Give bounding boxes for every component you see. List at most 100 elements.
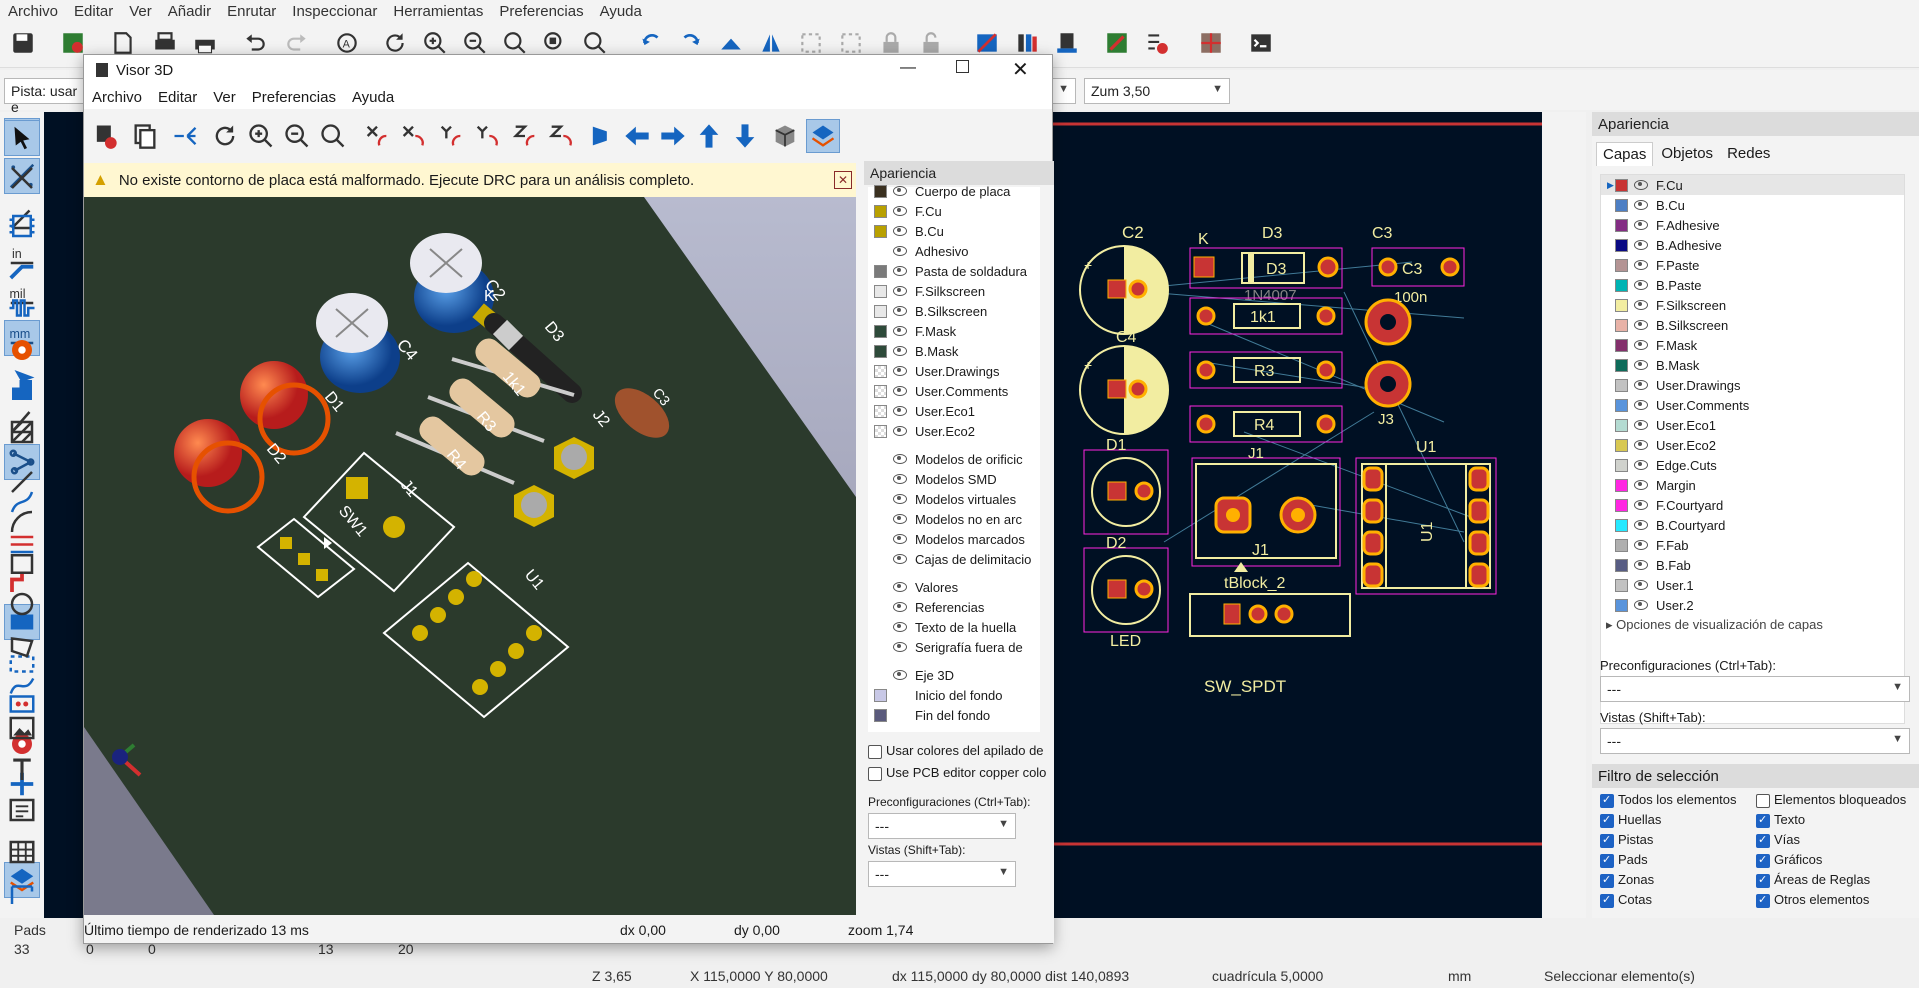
visibility-eye-icon[interactable] <box>1634 520 1648 530</box>
add-text-icon[interactable] <box>4 752 40 788</box>
layer-row[interactable]: B.Fab <box>1601 555 1904 575</box>
checkbox[interactable] <box>1600 813 1614 828</box>
layer-row[interactable]: B.Cu <box>1601 195 1904 215</box>
visibility-eye-icon[interactable] <box>893 366 907 376</box>
viewer-color-swatch[interactable] <box>874 324 887 338</box>
layer-row[interactable]: F.Adhesive <box>1601 215 1904 235</box>
layer-color-swatch[interactable] <box>1615 398 1628 412</box>
layer-color-swatch[interactable] <box>1615 538 1628 552</box>
visibility-eye-icon[interactable] <box>1634 400 1648 410</box>
visibility-eye-icon[interactable] <box>893 622 907 632</box>
filter-item[interactable]: Cotas <box>1600 892 1652 908</box>
checkbox[interactable] <box>1756 893 1770 908</box>
viewer-color-swatch[interactable] <box>874 344 887 358</box>
tune-length-icon[interactable] <box>4 290 40 326</box>
viewer-menu-archivo[interactable]: Archivo <box>84 89 150 106</box>
viewer-color-swatch[interactable] <box>874 264 887 278</box>
viewer-layer-row[interactable]: Modelos virtuales <box>868 489 1040 509</box>
rule-area-icon[interactable] <box>4 414 40 450</box>
use-pcb-colors[interactable]: Use PCB editor copper colo <box>868 765 1046 781</box>
use-stackup-colors[interactable]: Usar colores del apilado de <box>868 743 1044 759</box>
add-footprint-icon[interactable] <box>4 208 40 244</box>
visibility-eye-icon[interactable] <box>1634 360 1648 370</box>
viewer-presets-combo[interactable]: --- ▼ <box>868 813 1016 839</box>
layer-color-swatch[interactable] <box>1615 458 1628 472</box>
filter-item[interactable]: Vías <box>1756 832 1800 848</box>
maximize-icon[interactable] <box>956 60 969 73</box>
layer-row[interactable]: B.Mask <box>1601 355 1904 375</box>
viewer-color-swatch[interactable] <box>874 404 887 418</box>
filter-item[interactable]: Otros elementos <box>1756 892 1869 908</box>
close-icon[interactable]: ✕ <box>1012 57 1029 82</box>
layer-color-swatch[interactable] <box>1615 318 1628 332</box>
viewer-layer-row[interactable]: Serigrafía fuera de <box>868 637 1040 657</box>
visibility-eye-icon[interactable] <box>1634 340 1648 350</box>
viewer-3d-render[interactable]: C2 C4 D1 D2 K D3 1k1 R3 R4 J2 C3 SW1 J1 … <box>84 197 856 915</box>
menu-inspeccionar[interactable]: Inspeccionar <box>284 3 385 20</box>
viewer-color-swatch[interactable] <box>874 184 887 198</box>
viewer-layer-row[interactable]: Modelos de orificic <box>868 449 1040 469</box>
visibility-eye-icon[interactable] <box>893 534 907 544</box>
visibility-eye-icon[interactable] <box>893 602 907 612</box>
visibility-eye-icon[interactable] <box>1634 480 1648 490</box>
viewer-layer-row[interactable]: Valores <box>868 577 1040 597</box>
layer-color-swatch[interactable] <box>1615 378 1628 392</box>
viewer-color-swatch[interactable] <box>874 284 887 298</box>
menu-herramientas[interactable]: Herramientas <box>385 3 491 20</box>
layer-row[interactable]: F.Mask <box>1601 335 1904 355</box>
visibility-eye-icon[interactable] <box>893 474 907 484</box>
layer-row[interactable]: Margin <box>1601 475 1904 495</box>
checkbox[interactable] <box>1756 793 1770 808</box>
visibility-eye-icon[interactable] <box>1634 580 1648 590</box>
viewer-layer-row[interactable]: Cajas de delimitacio <box>868 549 1040 569</box>
scripting-icon[interactable] <box>1102 28 1132 58</box>
visibility-eye-icon[interactable] <box>1634 560 1648 570</box>
checkbox[interactable] <box>1756 873 1770 888</box>
add-image-icon[interactable] <box>4 710 40 746</box>
filter-item[interactable]: Pistas <box>1600 832 1653 848</box>
visibility-eye-icon[interactable] <box>893 286 907 296</box>
menu-anadir[interactable]: Añadir <box>160 3 219 20</box>
rotate-x-ccw-icon[interactable] <box>360 119 394 153</box>
checkbox[interactable] <box>1756 833 1770 848</box>
rotate-y-cw-icon[interactable] <box>470 119 504 153</box>
viewer-layer-row[interactable]: Fin del fondo <box>868 705 1040 725</box>
visibility-eye-icon[interactable] <box>893 406 907 416</box>
filter-item[interactable]: Gráficos <box>1756 852 1822 868</box>
viewer-menu-ver[interactable]: Ver <box>205 89 244 106</box>
viewer-layer-row[interactable]: User.Eco1 <box>868 401 1040 421</box>
viewer-layer-row[interactable]: F.Silkscreen <box>868 281 1040 301</box>
move-down-icon[interactable] <box>728 119 762 153</box>
layer-color-swatch[interactable] <box>1615 478 1628 492</box>
layer-color-swatch[interactable] <box>1615 338 1628 352</box>
tab-capas[interactable]: Capas <box>1596 142 1654 166</box>
viewer-color-swatch[interactable] <box>874 424 887 438</box>
layer-color-swatch[interactable] <box>1615 498 1628 512</box>
visibility-eye-icon[interactable] <box>893 494 907 504</box>
tab-objetos[interactable]: Objetos <box>1655 142 1719 166</box>
add-zone-icon[interactable] <box>4 372 40 408</box>
viewer-layer-row[interactable]: Referencias <box>868 597 1040 617</box>
menu-archivo[interactable]: Archivo <box>0 3 66 20</box>
menu-ver[interactable]: Ver <box>121 3 160 20</box>
draw-line-icon[interactable] <box>4 464 40 500</box>
layer-row[interactable]: B.Courtyard <box>1601 515 1904 535</box>
filter-item[interactable]: Texto <box>1756 812 1805 828</box>
select-tool-icon[interactable] <box>4 120 40 156</box>
drc-icon[interactable] <box>1142 28 1172 58</box>
visibility-eye-icon[interactable] <box>1634 440 1648 450</box>
viewer-bg-swatch[interactable] <box>874 708 887 722</box>
viewer-menu-editar[interactable]: Editar <box>150 89 205 106</box>
add-table-icon[interactable] <box>4 834 40 870</box>
viewer-layer-row[interactable]: User.Comments <box>868 381 1040 401</box>
viewer-layer-row[interactable]: F.Mask <box>868 321 1040 341</box>
visibility-eye-icon[interactable] <box>1634 180 1648 190</box>
visibility-eye-icon[interactable] <box>1634 260 1648 270</box>
filter-item[interactable]: Zonas <box>1600 872 1654 888</box>
visibility-eye-icon[interactable] <box>1634 280 1648 290</box>
viewer-color-swatch[interactable] <box>874 364 887 378</box>
visibility-eye-icon[interactable] <box>1634 500 1648 510</box>
draw-bezier-icon[interactable] <box>4 668 40 704</box>
layer-color-swatch[interactable] <box>1615 418 1628 432</box>
visibility-eye-icon[interactable] <box>1634 320 1648 330</box>
